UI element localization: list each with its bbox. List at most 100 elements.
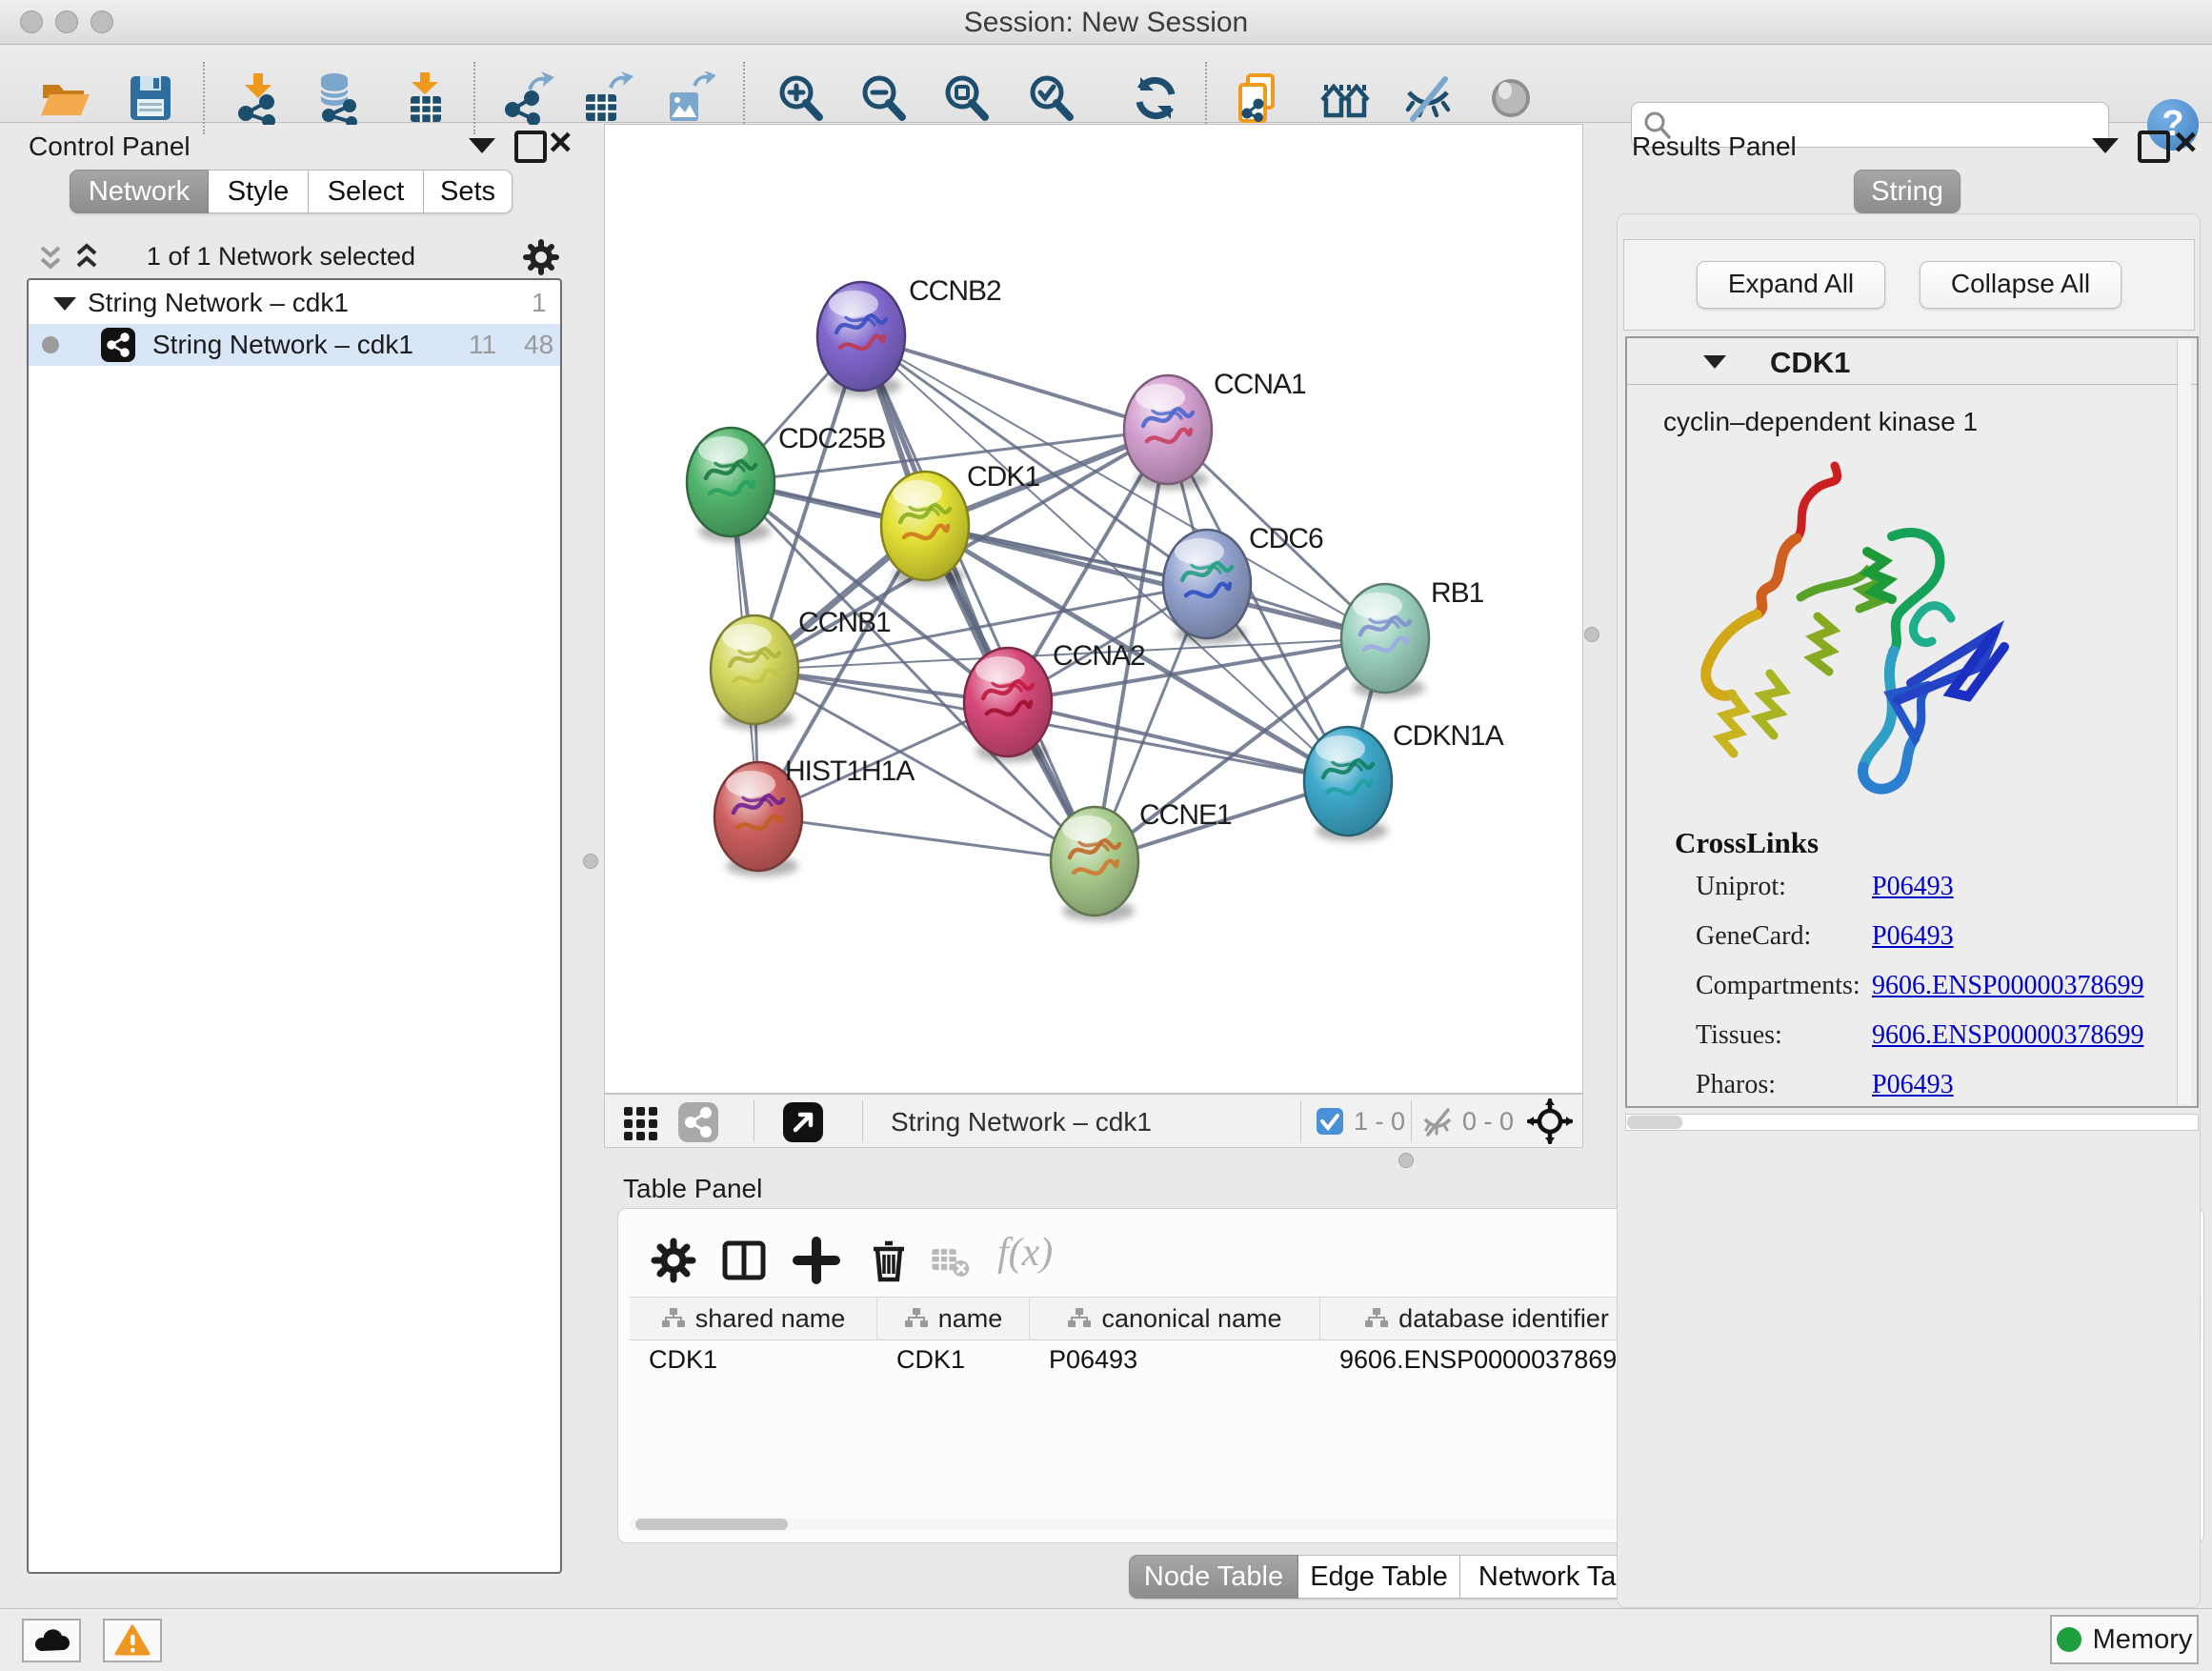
column-header-database-identifier[interactable]: database identifier	[1320, 1298, 1654, 1339]
tab-select[interactable]: Select	[309, 170, 424, 213]
tree-expand-icon[interactable]	[53, 297, 76, 311]
results-vertical-scrollbar[interactable]	[2177, 340, 2191, 1104]
network-view-title: String Network – cdk1	[891, 1107, 1152, 1137]
clone-network-icon[interactable]	[1233, 71, 1286, 125]
function-builder-icon[interactable]: f(x)	[997, 1230, 1053, 1276]
warnings-button[interactable]	[103, 1619, 162, 1662]
cell-name[interactable]: CDK1	[877, 1340, 1030, 1379]
node-label-CCNA1: CCNA1	[1214, 369, 1306, 400]
cell-shared-name[interactable]: CDK1	[630, 1340, 877, 1379]
collapse-all-icon[interactable]	[34, 242, 67, 274]
delete-table-icon[interactable]	[929, 1236, 971, 1285]
network-node-CDKN1A[interactable]: CDKN1A	[1304, 720, 1504, 841]
table-options-gear-icon[interactable]	[649, 1236, 698, 1285]
left-splitter-handle[interactable]	[583, 854, 598, 869]
section-title: CDK1	[1770, 346, 1850, 380]
crosslink-value-link[interactable]: P06493	[1872, 1070, 1954, 1100]
hidden-indicator-icon[interactable]	[1420, 1105, 1455, 1139]
network-node-HIST1H1A[interactable]: HIST1H1A	[714, 755, 915, 876]
network-collection-row[interactable]: String Network – cdk1 1	[29, 282, 560, 324]
network-tree: String Network – cdk1 1 String Network –…	[27, 278, 562, 1574]
right-splitter-handle[interactable]	[1584, 627, 1599, 642]
network-edge-CCNB2-CCNA1[interactable]	[861, 336, 1168, 430]
tab-string[interactable]: String	[1854, 170, 1961, 213]
delete-columns-icon[interactable]	[864, 1236, 914, 1285]
network-node-CCNA2[interactable]: CCNA2	[964, 640, 1145, 762]
control-panel-collapse-icon[interactable]	[469, 138, 495, 153]
cell-canonical-name[interactable]: P06493	[1030, 1340, 1320, 1379]
save-session-icon[interactable]	[124, 71, 177, 125]
column-header-canonical-name[interactable]: canonical name	[1030, 1298, 1320, 1339]
expand-all-icon[interactable]	[70, 240, 103, 272]
network-node-CCNB2[interactable]: CCNB2	[817, 275, 1001, 396]
network-node-RB1[interactable]: RB1	[1341, 577, 1484, 698]
import-table-from-file-icon[interactable]	[399, 71, 452, 125]
create-column-icon[interactable]	[792, 1236, 841, 1285]
apply-preferred-layout-icon[interactable]	[1129, 71, 1182, 125]
zoom-in-icon[interactable]	[774, 71, 827, 125]
network-edge-HIST1H1A-CCNE1[interactable]	[758, 816, 1095, 861]
results-horizontal-scrollbar[interactable]	[1625, 1114, 2199, 1131]
fit-selected-icon[interactable]	[1527, 1098, 1573, 1144]
column-header-name[interactable]: name	[877, 1298, 1030, 1339]
network-node-CCNE1[interactable]: CCNE1	[1051, 799, 1232, 921]
control-panel-close-icon[interactable]: ×	[549, 130, 573, 154]
scrollbar-thumb[interactable]	[635, 1519, 788, 1530]
tab-sets[interactable]: Sets	[424, 170, 513, 213]
memory-status-button[interactable]: Memory	[2050, 1615, 2199, 1664]
tab-network[interactable]: Network	[70, 170, 209, 213]
node-label-CCNE1: CCNE1	[1139, 799, 1232, 831]
horizontal-splitter-handle[interactable]	[1398, 1153, 1414, 1168]
cell-database-identifier[interactable]: 9606.ENSP00000378699	[1320, 1340, 1654, 1379]
export-image-icon[interactable]	[662, 71, 715, 125]
results-panel-collapse-icon[interactable]	[2092, 138, 2119, 153]
tab-edge-table[interactable]: Edge Table	[1298, 1555, 1460, 1599]
selected-indicator-icon[interactable]	[1316, 1107, 1344, 1136]
tab-node-table[interactable]: Node Table	[1129, 1555, 1298, 1599]
crosslink-value-link[interactable]: 9606.ENSP00000378699	[1872, 1020, 2143, 1051]
fit-content-icon[interactable]	[939, 71, 993, 125]
export-table-icon[interactable]	[580, 71, 633, 125]
network-node-CDK1[interactable]: CDK1	[881, 461, 1039, 586]
share-view-icon[interactable]	[677, 1101, 719, 1143]
zoom-selected-icon[interactable]	[1024, 71, 1077, 125]
crosslinks-title: CrossLinks	[1675, 826, 1819, 860]
zoom-out-icon[interactable]	[856, 71, 910, 125]
grid-view-icon[interactable]	[622, 1103, 660, 1141]
results-panel-float-icon[interactable]	[2138, 131, 2170, 163]
results-panel-close-icon[interactable]: ×	[2174, 130, 2198, 154]
network-node-CCNA1[interactable]: CCNA1	[1124, 369, 1306, 490]
first-neighbors-icon[interactable]	[1319, 71, 1373, 125]
network-options-gear-icon[interactable]	[522, 238, 560, 276]
crosslink-value-link[interactable]: P06493	[1872, 872, 1954, 902]
crosslink-value-link[interactable]: P06493	[1872, 921, 1954, 952]
memory-label: Memory	[2093, 1624, 2193, 1656]
section-collapse-icon[interactable]	[1703, 355, 1726, 369]
control-panel-float-icon[interactable]	[514, 131, 547, 163]
crosslink-value-link[interactable]: 9606.ENSP00000378699	[1872, 971, 2143, 1001]
tab-style[interactable]: Style	[209, 170, 309, 213]
export-network-icon[interactable]	[501, 71, 554, 125]
section-header[interactable]: CDK1	[1627, 338, 2197, 385]
control-panel-title: Control Panel	[29, 131, 191, 162]
crosslink-label: Pharos:	[1696, 1070, 1776, 1099]
cloud-button[interactable]	[22, 1619, 81, 1662]
column-header-shared-name[interactable]: shared name	[630, 1298, 877, 1339]
import-network-from-database-icon[interactable]	[312, 71, 365, 125]
show-columns-icon[interactable]	[719, 1236, 769, 1285]
hide-selected-icon[interactable]	[1401, 71, 1455, 125]
show-all-icon[interactable]	[1484, 71, 1538, 125]
open-in-new-window-icon[interactable]	[782, 1101, 824, 1143]
collapse-all-button[interactable]: Collapse All	[1920, 261, 2122, 309]
network-canvas[interactable]: CCNB2CCNA1CDC25BCDK1CDC6RB1CCNB1CCNA2CDK…	[604, 124, 1583, 1094]
network-node-CDC6[interactable]: CDC6	[1163, 523, 1323, 644]
open-session-icon[interactable]	[38, 71, 91, 125]
network-selection-status: 1 of 1 Network selected	[124, 242, 438, 272]
results-panel-body: Expand All Collapse All CDK1 cyclin–depe…	[1617, 213, 2201, 1608]
table-panel-title: Table Panel	[623, 1174, 762, 1204]
protein-structure-image	[1665, 445, 2113, 816]
network-edge-CCNA2-CDKN1A[interactable]	[1008, 702, 1348, 781]
network-row[interactable]: String Network – cdk1 11 48	[29, 324, 560, 366]
expand-all-button[interactable]: Expand All	[1697, 261, 1885, 309]
import-network-from-file-icon[interactable]	[232, 71, 286, 125]
